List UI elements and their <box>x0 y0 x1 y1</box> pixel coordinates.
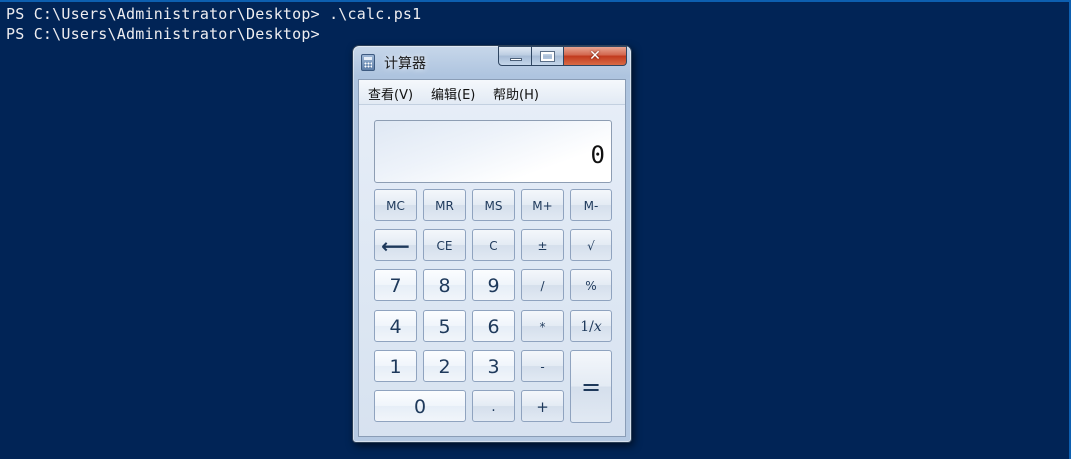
m-plus-button[interactable]: M+ <box>521 189 564 221</box>
digit-4-button[interactable]: 4 <box>374 310 417 342</box>
add-button[interactable]: + <box>521 390 564 422</box>
equals-button[interactable]: = <box>570 350 612 423</box>
digit-5-button[interactable]: 5 <box>423 310 466 342</box>
digit-6-button[interactable]: 6 <box>472 310 515 342</box>
minimize-icon <box>510 58 522 61</box>
percent-button[interactable]: % <box>570 269 612 301</box>
close-icon: ✕ <box>589 48 601 64</box>
multiply-button[interactable]: * <box>521 310 564 342</box>
m-minus-button[interactable]: M- <box>570 189 612 221</box>
minimize-button[interactable] <box>498 46 532 66</box>
menu-bar: 查看(V) 编辑(E) 帮助(H) <box>359 80 625 105</box>
digit-3-button[interactable]: 3 <box>472 350 515 382</box>
digit-1-button[interactable]: 1 <box>374 350 417 382</box>
menu-help[interactable]: 帮助(H) <box>493 84 539 103</box>
console-line-command: PS C:\Users\Administrator\Desktop> .\cal… <box>6 5 422 23</box>
title-bar[interactable]: 计算器 ✕ <box>353 46 631 78</box>
display-value: 0 <box>590 141 605 169</box>
backspace-button[interactable]: ⟵ <box>374 229 417 261</box>
ce-button[interactable]: CE <box>423 229 466 261</box>
calculator-body: 查看(V) 编辑(E) 帮助(H) 0 MC MR MS M+ M- ⟵ CE … <box>358 79 626 437</box>
calculator-icon <box>361 54 375 71</box>
ms-button[interactable]: MS <box>472 189 515 221</box>
maximize-button[interactable] <box>532 46 564 66</box>
digit-9-button[interactable]: 9 <box>472 269 515 301</box>
decimal-point-button[interactable]: . <box>472 390 515 422</box>
digit-8-button[interactable]: 8 <box>423 269 466 301</box>
clear-button[interactable]: C <box>472 229 515 261</box>
reciprocal-button[interactable]: 1/𝑥 <box>570 310 612 342</box>
menu-view[interactable]: 查看(V) <box>368 84 413 103</box>
calculator-display: 0 <box>374 120 612 183</box>
divide-button[interactable]: / <box>521 269 564 301</box>
sign-toggle-button[interactable]: ± <box>521 229 564 261</box>
menu-edit[interactable]: 编辑(E) <box>431 84 475 103</box>
digit-0-button[interactable]: 0 <box>374 390 466 422</box>
window-title: 计算器 <box>384 56 426 72</box>
subtract-button[interactable]: - <box>521 350 564 382</box>
mr-button[interactable]: MR <box>423 189 466 221</box>
digit-2-button[interactable]: 2 <box>423 350 466 382</box>
digit-7-button[interactable]: 7 <box>374 269 417 301</box>
close-button[interactable]: ✕ <box>564 46 627 66</box>
maximize-icon <box>541 52 554 61</box>
console-line-prompt: PS C:\Users\Administrator\Desktop> <box>6 25 320 43</box>
mc-button[interactable]: MC <box>374 189 417 221</box>
calculator-window[interactable]: 计算器 ✕ 查看(V) 编辑(E) 帮助(H) 0 MC MR MS M+ M-… <box>352 45 632 443</box>
sqrt-button[interactable]: √ <box>570 229 612 261</box>
